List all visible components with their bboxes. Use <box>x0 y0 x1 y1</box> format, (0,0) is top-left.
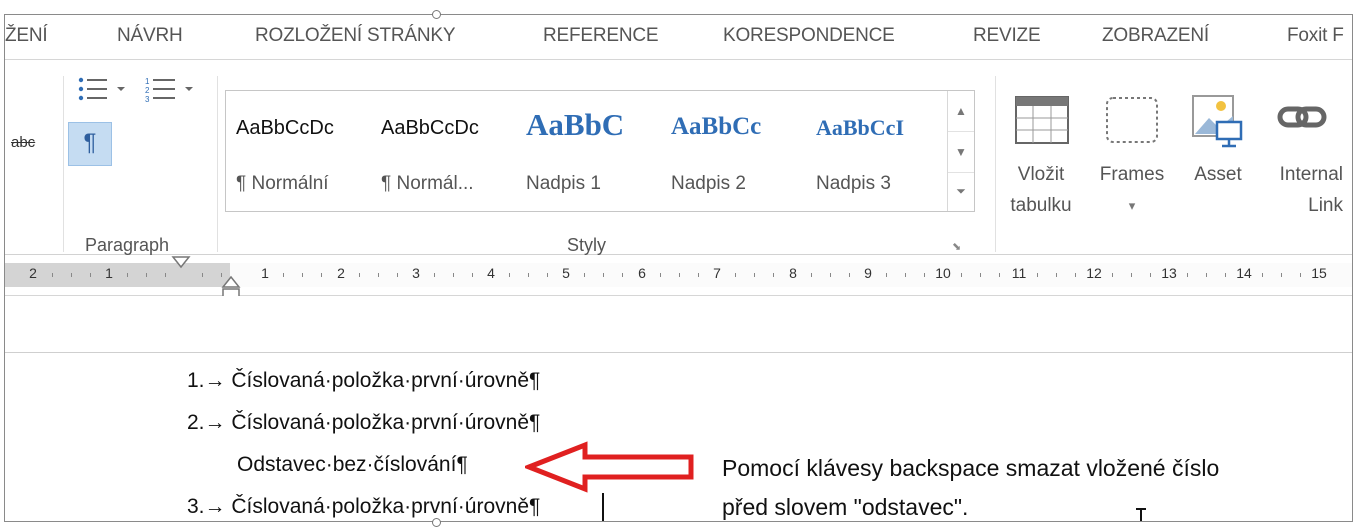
tab-korespondence[interactable]: KORESPONDENCE <box>723 25 895 47</box>
insert-table-button[interactable]: Vložit tabulku <box>1003 90 1079 240</box>
tab-reference[interactable]: REFERENCE <box>543 25 659 47</box>
gallery-scrollbar: ▲ ▼ ⏷ <box>947 91 974 211</box>
word-window: ŽENÍ NÁVRH ROZLOŽENÍ STRÁNKY REFERENCE K… <box>4 14 1353 522</box>
insert-table-label-2: tabulku <box>1010 195 1072 216</box>
internal-link-button[interactable]: Internal Link <box>1259 90 1343 240</box>
show-formatting-button[interactable]: ¶ <box>68 122 112 166</box>
plain-paragraph[interactable]: Odstavec·bez·číslování¶ <box>237 453 468 477</box>
chevron-down-icon: ▾ <box>1128 198 1136 213</box>
red-arrow-icon <box>525 441 694 493</box>
asset-button[interactable]: Asset <box>1183 90 1253 240</box>
tab-rozlozeni-stranky[interactable]: ROZLOŽENÍ STRÁNKY <box>255 25 456 47</box>
paragraph-text: Odstavec·bez·číslování <box>237 453 457 476</box>
pilcrow-mark: ¶ <box>529 369 541 392</box>
tab-arrow-icon: → <box>204 369 226 392</box>
style-heading-1[interactable]: AaBbC Nadpis 1 <box>516 91 661 211</box>
pilcrow-mark: ¶ <box>529 411 541 434</box>
scroll-up-icon[interactable]: ▲ <box>948 91 974 131</box>
table-icon <box>1015 96 1069 144</box>
document-top-gap <box>5 296 1352 353</box>
asset-icon <box>1192 95 1243 148</box>
insert-table-label-1: Vložit <box>1017 164 1065 185</box>
svg-text:1: 1 <box>145 77 150 86</box>
pilcrow-mark: ¶ <box>456 453 468 476</box>
style-name: ¶ Normální <box>236 173 329 194</box>
link-icon <box>1277 106 1327 128</box>
paragraph-group-label: Paragraph <box>85 235 170 255</box>
list-item-text: Číslovaná·položka·první·úrovně <box>231 495 529 518</box>
ribbon: abc 1 2 3 ¶ Paragraph AaBbCcDc ¶ Normáln… <box>5 60 1352 255</box>
separator <box>217 76 218 252</box>
ibeam-cursor-icon <box>1136 508 1146 521</box>
style-sample: AaBbCc <box>671 113 762 140</box>
styles-group-label: Styly <box>567 235 607 255</box>
horizontal-ruler[interactable]: 2 1 1 2 3 4 5 6 7 8 9 10 11 12 13 14 15 <box>5 255 1352 300</box>
style-sample: AaBbC <box>526 107 625 142</box>
ribbon-tabs: ŽENÍ NÁVRH ROZLOŽENÍ STRÁNKY REFERENCE K… <box>5 15 1352 60</box>
pilcrow-mark: ¶ <box>529 495 541 518</box>
dialog-launcher-icon[interactable]: ⬊ <box>952 240 961 253</box>
style-sample: AaBbCcI <box>816 115 905 140</box>
svg-text:3: 3 <box>145 95 150 104</box>
list-item[interactable]: 2.→ Číslovaná·položka·první·úrovně¶ <box>187 411 540 435</box>
document-page[interactable]: 1.→ Číslovaná·položka·první·úrovně¶ 2.→ … <box>5 353 1352 521</box>
style-normal[interactable]: AaBbCcDc ¶ Normální <box>226 91 371 211</box>
list-number: 3. <box>187 495 205 518</box>
separator <box>63 76 64 252</box>
tab-domu[interactable]: ŽENÍ <box>5 25 48 47</box>
bullets-list-icon[interactable] <box>75 75 135 105</box>
style-name: ¶ Normál... <box>381 173 474 194</box>
numbered-list-icon[interactable]: 1 2 3 <box>143 75 203 105</box>
frames-button[interactable]: Frames ▾ <box>1091 90 1173 240</box>
style-normal-2[interactable]: AaBbCcDc ¶ Normál... <box>371 91 516 211</box>
text-cursor <box>602 493 604 521</box>
ruler-ticks <box>52 273 1301 277</box>
styles-gallery: AaBbCcDc ¶ Normální AaBbCcDc ¶ Normál...… <box>225 90 975 212</box>
first-line-indent-marker[interactable] <box>171 255 191 269</box>
internal-link-label-1: Internal <box>1279 164 1343 185</box>
style-name: Nadpis 3 <box>816 173 891 194</box>
frames-label: Frames <box>1099 164 1165 185</box>
list-number: 2. <box>187 411 205 434</box>
svg-text:2: 2 <box>145 86 150 95</box>
asset-label: Asset <box>1194 164 1242 185</box>
style-heading-3[interactable]: AaBbCcI Nadpis 3 <box>806 91 951 211</box>
list-item-text: Číslovaná·položka·první·úrovně <box>231 369 529 392</box>
tab-zobrazeni[interactable]: ZOBRAZENÍ <box>1102 25 1209 47</box>
tab-foxit[interactable]: Foxit F <box>1287 25 1344 47</box>
spelling-button[interactable]: abc <box>11 134 35 151</box>
style-name: Nadpis 2 <box>671 173 746 194</box>
tab-revize[interactable]: REVIZE <box>973 25 1041 47</box>
annotation-line-2: před slovem "odstavec". <box>722 494 969 520</box>
internal-link-label-2: Link <box>1308 195 1343 216</box>
frames-icon <box>1106 97 1158 143</box>
style-heading-2[interactable]: AaBbCc Nadpis 2 <box>661 91 806 211</box>
separator <box>995 76 996 252</box>
tab-arrow-icon: → <box>204 495 226 518</box>
list-item-text: Číslovaná·položka·první·úrovně <box>231 411 529 434</box>
gallery-more-icon[interactable]: ⏷ <box>948 171 974 211</box>
list-number: 1. <box>187 369 205 392</box>
annotation-line-1: Pomocí klávesy backspace smazat vložené … <box>722 455 1220 481</box>
tab-arrow-icon: → <box>204 411 226 434</box>
tab-navrh[interactable]: NÁVRH <box>117 25 183 47</box>
list-item[interactable]: 1.→ Číslovaná·položka·první·úrovně¶ <box>187 369 540 393</box>
style-sample: AaBbCcDc <box>236 117 334 139</box>
resize-handle[interactable] <box>432 10 441 19</box>
style-sample: AaBbCcDc <box>381 117 479 139</box>
scroll-down-icon[interactable]: ▼ <box>948 131 974 173</box>
list-item[interactable]: 3.→ Číslovaná·položka·první·úrovně¶ <box>187 495 540 519</box>
style-name: Nadpis 1 <box>526 173 601 194</box>
